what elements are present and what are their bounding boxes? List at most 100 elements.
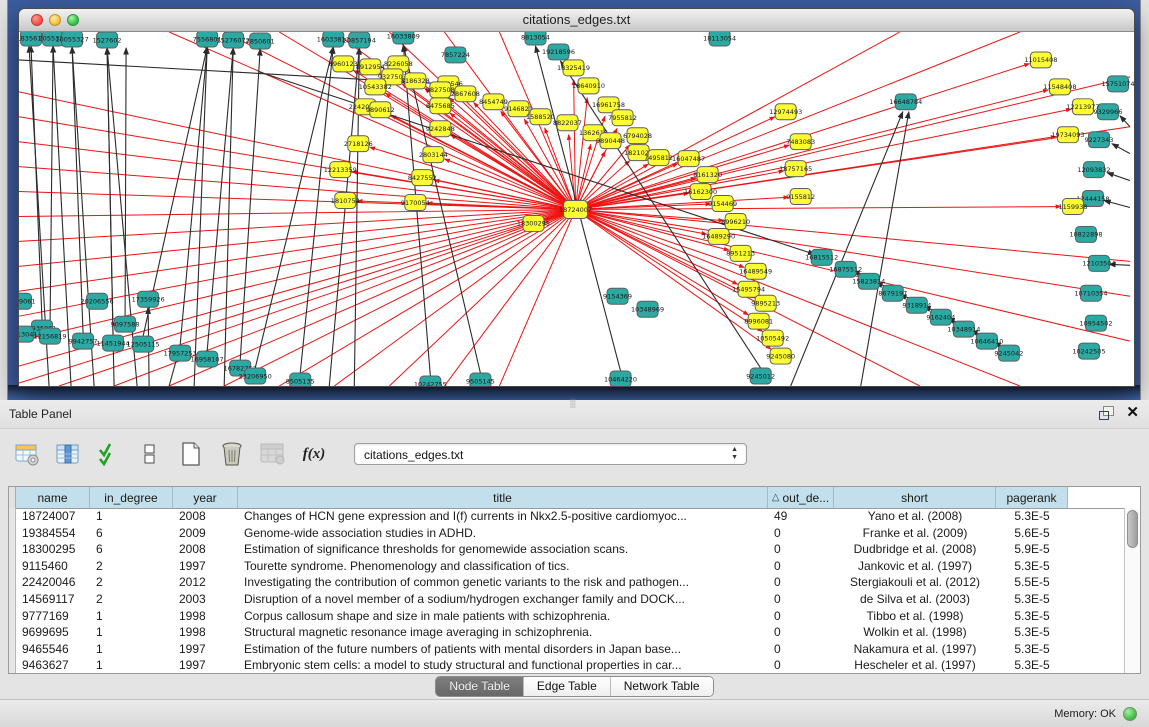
- citation-edge-red[interactable]: [575, 98, 587, 210]
- citation-edge-black[interactable]: [240, 49, 260, 360]
- cell-out-de-[interactable]: 49: [768, 508, 834, 525]
- table-row[interactable]: 2242004622012Investigating the contribut…: [9, 574, 1125, 591]
- cell-in-degree[interactable]: 2: [90, 558, 173, 575]
- graph-node-yellow[interactable]: 18724007: [559, 201, 592, 219]
- cell-pagerank[interactable]: 5.3E-5: [996, 508, 1068, 525]
- graph-node-yellow[interactable]: 8960123: [329, 56, 358, 72]
- graph-node-teal[interactable]: 9227343: [1084, 132, 1113, 148]
- float-panel-icon[interactable]: [1099, 406, 1114, 420]
- cell-in-degree[interactable]: 1: [90, 608, 173, 625]
- cell-name[interactable]: 14569117: [16, 591, 90, 608]
- cell-year[interactable]: 1997: [173, 657, 238, 673]
- cell-in-degree[interactable]: 6: [90, 541, 173, 558]
- cell-title[interactable]: Embryonic stem cells: a model to study s…: [238, 657, 768, 673]
- cell-out-de-[interactable]: 0: [768, 641, 834, 658]
- cell-pagerank[interactable]: 5.5E-5: [996, 574, 1068, 591]
- column-header-in-degree[interactable]: in_degree: [90, 487, 173, 508]
- cell-pagerank[interactable]: 5.3E-5: [996, 591, 1068, 608]
- cell-short[interactable]: Hescheler et al. (1997): [834, 657, 996, 673]
- graph-node-yellow[interactable]: 2718126: [344, 136, 373, 152]
- cell-year[interactable]: 1998: [173, 624, 238, 641]
- cell-short[interactable]: Stergiakouli et al. (2012): [834, 574, 996, 591]
- graph-node-yellow[interactable]: 1588520: [526, 109, 555, 125]
- graph-node-teal[interactable]: 8813054: [521, 32, 550, 45]
- citation-edge-red[interactable]: [575, 32, 1019, 209]
- graph-node-yellow[interactable]: 11015408: [1024, 52, 1057, 68]
- function-builder-icon[interactable]: f(x): [301, 441, 327, 467]
- splitter-grip[interactable]: ▒: [570, 401, 580, 407]
- graph-node-yellow[interactable]: 18640910: [572, 78, 605, 94]
- graph-node-yellow[interactable]: 8475685: [426, 98, 455, 114]
- cell-year[interactable]: 2008: [173, 541, 238, 558]
- citation-network-graph[interactable]: 1835617205532710055327152760275568011527…: [19, 32, 1134, 386]
- graph-node-teal[interactable]: 9318914: [902, 297, 931, 313]
- cell-out-de-[interactable]: 0: [768, 591, 834, 608]
- cell-short[interactable]: Franke et al. (2009): [834, 525, 996, 542]
- cell-title[interactable]: Changes of HCN gene expression and I(f) …: [238, 508, 768, 525]
- close-panel-icon[interactable]: ✕: [1126, 405, 1139, 421]
- cell-pagerank[interactable]: 5.3E-5: [996, 657, 1068, 673]
- table-row[interactable]: 1872400712008Changes of HCN gene express…: [9, 508, 1125, 525]
- graph-node-teal[interactable]: 9162404: [926, 309, 955, 325]
- cell-name[interactable]: 9465546: [16, 641, 90, 658]
- citation-edge-black[interactable]: [791, 112, 903, 386]
- graph-node-yellow[interactable]: 7495812: [644, 150, 673, 166]
- cell-in-degree[interactable]: 1: [90, 641, 173, 658]
- citation-edge-black[interactable]: [861, 112, 909, 386]
- cell-name[interactable]: 19384554: [16, 525, 90, 542]
- graph-node-teal[interactable]: 7857224: [441, 47, 470, 63]
- cell-title[interactable]: Estimation of the future numbers of pati…: [238, 641, 768, 658]
- cell-out-de-[interactable]: 0: [768, 558, 834, 575]
- citation-edge-red[interactable]: [451, 135, 576, 210]
- graph-node-teal[interactable]: 9245042: [994, 345, 1023, 361]
- graph-node-yellow[interactable]: 16162300: [684, 184, 717, 200]
- graph-node-yellow[interactable]: 9170054: [401, 195, 430, 211]
- table-vertical-scrollbar[interactable]: [1124, 508, 1140, 673]
- cell-short[interactable]: Dudbridge et al. (2008): [834, 541, 996, 558]
- graph-node-yellow[interactable]: 1810754: [331, 193, 360, 209]
- cell-name[interactable]: 9777169: [16, 608, 90, 625]
- citation-edge-black[interactable]: [107, 48, 113, 335]
- cell-year[interactable]: 2003: [173, 591, 238, 608]
- graph-node-yellow[interactable]: 9245080: [766, 348, 795, 364]
- graph-node-teal[interactable]: 19218596: [542, 44, 575, 60]
- graph-node-teal[interactable]: 9942757: [69, 333, 98, 349]
- graph-node-teal[interactable]: 10464220: [604, 371, 637, 386]
- graph-node-teal[interactable]: 8679197: [878, 285, 907, 301]
- cell-short[interactable]: Tibbo et al. (1998): [834, 608, 996, 625]
- citation-edge-black[interactable]: [31, 46, 42, 320]
- tab-network-table[interactable]: Network Table: [611, 677, 713, 696]
- cell-pagerank[interactable]: 5.3E-5: [996, 608, 1068, 625]
- scrollbar-thumb[interactable]: [1127, 510, 1138, 548]
- citation-edge-red[interactable]: [499, 209, 575, 386]
- new-document-icon[interactable]: [178, 441, 204, 467]
- citation-edge-red[interactable]: [279, 209, 575, 386]
- table-row[interactable]: 1456911722003Disruption of a novel membe…: [9, 591, 1125, 608]
- graph-node-yellow[interactable]: 1159938: [1058, 199, 1087, 215]
- table-selector-dropdown[interactable]: citations_edges.txt ▲▼: [354, 443, 747, 465]
- cell-name[interactable]: 22420046: [16, 574, 90, 591]
- table-row[interactable]: 977716911998Corpus callosum shape and si…: [9, 608, 1125, 625]
- graph-node-teal[interactable]: 7850601: [246, 33, 275, 49]
- cell-name[interactable]: 9115460: [16, 558, 90, 575]
- cell-short[interactable]: Yano et al. (2008): [834, 508, 996, 525]
- citation-edge-red[interactable]: [575, 209, 1019, 386]
- graph-node-teal[interactable]: 15751074: [1101, 76, 1134, 92]
- graph-node-yellow[interactable]: 2803144: [419, 147, 448, 163]
- graph-node-yellow[interactable]: 6794028: [623, 128, 652, 144]
- graph-node-yellow[interactable]: 8427552: [408, 170, 437, 186]
- cell-pagerank[interactable]: 5.6E-5: [996, 525, 1068, 542]
- cell-title[interactable]: Disruption of a novel member of a sodium…: [238, 591, 768, 608]
- graph-node-teal[interactable]: 10954502: [1079, 315, 1112, 331]
- cell-year[interactable]: 1997: [173, 641, 238, 658]
- graph-node-yellow[interactable]: 8996210: [721, 213, 750, 229]
- graph-node-yellow[interactable]: 9154469: [708, 196, 737, 212]
- column-header-name[interactable]: name: [16, 487, 90, 508]
- graph-node-yellow[interactable]: 9890612: [366, 102, 395, 118]
- graph-node-yellow[interactable]: 7955812: [608, 110, 637, 126]
- cell-in-degree[interactable]: 1: [90, 624, 173, 641]
- cell-short[interactable]: Nakamura et al. (1997): [834, 641, 996, 658]
- citation-edge-red[interactable]: [19, 209, 575, 216]
- cell-out-de-[interactable]: 0: [768, 657, 834, 673]
- cell-in-degree[interactable]: 6: [90, 525, 173, 542]
